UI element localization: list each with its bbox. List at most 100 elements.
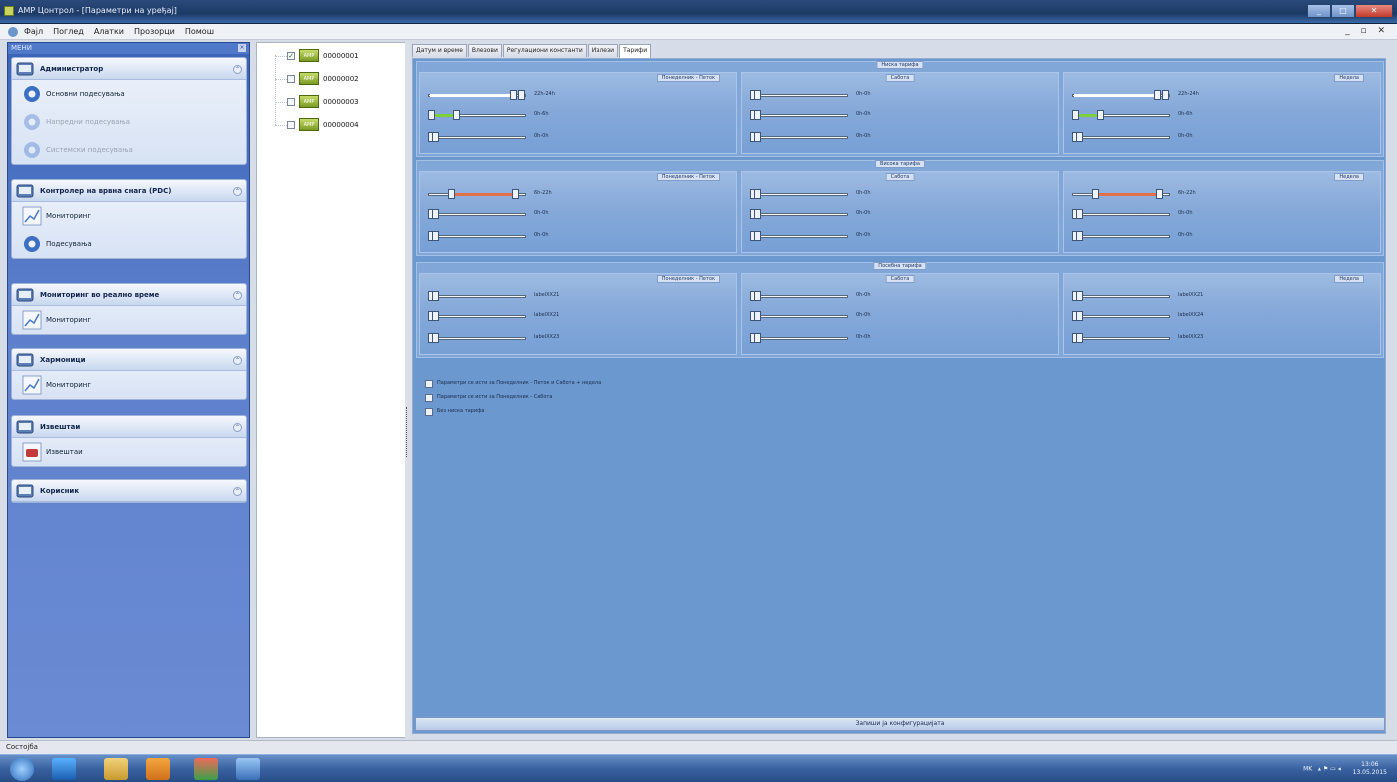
slider-thumb[interactable]: [1076, 311, 1083, 321]
slider-thumb[interactable]: [1076, 333, 1083, 343]
collapse-icon[interactable]: ⌃: [233, 356, 242, 365]
tree-node-device[interactable]: AMP 00000003: [287, 95, 397, 109]
mdi-window-controls[interactable]: _ ▫ ✕: [1345, 26, 1389, 36]
device-checkbox[interactable]: ✓: [287, 52, 295, 60]
slider-thumb[interactable]: [1076, 231, 1083, 241]
slider-thumb[interactable]: [1097, 110, 1104, 120]
menu-help[interactable]: Помош: [185, 27, 214, 36]
time-range-slider[interactable]: 0h-0h: [750, 291, 871, 301]
tree-node-device[interactable]: ✓ AMP 00000001: [287, 49, 397, 63]
time-range-slider[interactable]: labelXX21: [1072, 291, 1203, 301]
sidebar-close-icon[interactable]: ×: [238, 44, 246, 52]
sidebar-group-header[interactable]: Мониторинг во реално време ⌃: [12, 284, 246, 306]
time-range-slider[interactable]: 0h-0h: [750, 90, 871, 100]
sidebar-item[interactable]: Мониторинг: [12, 202, 246, 230]
time-range-slider[interactable]: 22h-24h: [428, 90, 555, 100]
slider-thumb[interactable]: [754, 333, 761, 343]
option-checkbox[interactable]: Параметри се исти за Понеделник - Петок …: [425, 377, 825, 391]
menu-tools[interactable]: Алатки: [94, 27, 124, 36]
time-range-slider[interactable]: 0h-0h: [428, 132, 549, 142]
device-checkbox[interactable]: [287, 121, 295, 129]
time-range-slider[interactable]: 6h-22h: [428, 189, 552, 199]
sidebar-group-header[interactable]: Корисник ⌃: [12, 480, 246, 502]
media-player-icon[interactable]: [146, 758, 170, 780]
menu-windows[interactable]: Прозорци: [134, 27, 175, 36]
slider-thumb[interactable]: [754, 189, 761, 199]
slider-thumb[interactable]: [754, 132, 761, 142]
slider-thumb[interactable]: [432, 231, 439, 241]
slider-thumb[interactable]: [432, 333, 439, 343]
collapse-icon[interactable]: ⌃: [233, 65, 242, 74]
close-button[interactable]: ✕: [1355, 4, 1393, 18]
sidebar-group-header[interactable]: Контролер на врвна снага (PDC) ⌃: [12, 180, 246, 202]
tab[interactable]: Регулациони константи: [502, 44, 587, 57]
time-range-slider[interactable]: 0h-0h: [1072, 209, 1193, 219]
tree-node-device[interactable]: AMP 00000002: [287, 72, 397, 86]
checkbox-box[interactable]: [425, 394, 433, 402]
collapse-icon[interactable]: ⌃: [233, 187, 242, 196]
time-range-slider[interactable]: labelXX23: [428, 333, 559, 343]
slider-thumb[interactable]: [432, 311, 439, 321]
time-range-slider[interactable]: 0h-6h: [1072, 110, 1193, 120]
slider-thumb[interactable]: [518, 90, 525, 100]
slider-thumb[interactable]: [1092, 189, 1099, 199]
splitter-grip[interactable]: [406, 407, 409, 457]
sidebar-item[interactable]: Подесувања: [12, 230, 246, 258]
slider-thumb[interactable]: [512, 189, 519, 199]
slider-thumb[interactable]: [754, 90, 761, 100]
sidebar-item[interactable]: Системски подесувања: [12, 136, 246, 164]
slider-thumb[interactable]: [1156, 189, 1163, 199]
slider-thumb[interactable]: [754, 311, 761, 321]
time-range-slider[interactable]: labelXX23: [1072, 333, 1203, 343]
tab[interactable]: Влезови: [467, 44, 502, 57]
save-configuration-button[interactable]: Запиши ја конфигурацијата: [415, 717, 1385, 731]
sidebar-group-header[interactable]: Хармоници ⌃: [12, 349, 246, 371]
slider-thumb[interactable]: [1162, 90, 1169, 100]
slider-thumb[interactable]: [754, 209, 761, 219]
slider-thumb[interactable]: [1154, 90, 1161, 100]
slider-thumb[interactable]: [432, 132, 439, 142]
tree-node-device[interactable]: AMP 00000004: [287, 118, 397, 132]
sidebar-item[interactable]: Напредни подесувања: [12, 108, 246, 136]
tab[interactable]: Тарифи: [619, 44, 652, 58]
time-range-slider[interactable]: 0h-0h: [428, 209, 549, 219]
tray-icons[interactable]: ▴ ⚑ ▭ ◂: [1318, 766, 1341, 773]
slider-thumb[interactable]: [432, 209, 439, 219]
sidebar-group-header[interactable]: Администратор ⌃: [12, 58, 246, 80]
time-range-slider[interactable]: 0h-0h: [428, 231, 549, 241]
time-range-slider[interactable]: 0h-0h: [750, 231, 871, 241]
sidebar-item[interactable]: Мониторинг: [12, 371, 246, 399]
device-checkbox[interactable]: [287, 75, 295, 83]
time-range-slider[interactable]: 0h-0h: [750, 311, 871, 321]
option-checkbox[interactable]: Параметри се исти за Понеделник - Сабота: [425, 391, 825, 405]
time-range-slider[interactable]: 0h-0h: [750, 132, 871, 142]
slider-thumb[interactable]: [428, 110, 435, 120]
menu-view[interactable]: Поглед: [53, 27, 84, 36]
sidebar-item[interactable]: Мониторинг: [12, 306, 246, 334]
time-range-slider[interactable]: 0h-0h: [750, 333, 871, 343]
windows-start-icon[interactable]: [10, 757, 34, 781]
time-range-slider[interactable]: labelXX21: [428, 291, 559, 301]
app-menu-icon[interactable]: [8, 26, 18, 37]
collapse-icon[interactable]: ⌃: [233, 487, 242, 496]
time-range-slider[interactable]: 0h-6h: [428, 110, 549, 120]
time-range-slider[interactable]: 0h-0h: [1072, 132, 1193, 142]
time-range-slider[interactable]: labelXX21: [428, 311, 559, 321]
device-checkbox[interactable]: [287, 98, 295, 106]
collapse-icon[interactable]: ⌃: [233, 423, 242, 432]
time-range-slider[interactable]: 0h-0h: [750, 110, 871, 120]
minimize-button[interactable]: _: [1307, 4, 1331, 18]
checkbox-box[interactable]: [425, 408, 433, 416]
time-range-slider[interactable]: labelXX24: [1072, 311, 1203, 321]
collapse-icon[interactable]: ⌃: [233, 291, 242, 300]
tray-language[interactable]: MK: [1303, 766, 1312, 773]
tab[interactable]: Датум и време: [412, 44, 467, 57]
amp-app-icon[interactable]: [236, 758, 260, 780]
time-range-slider[interactable]: 22h-24h: [1072, 90, 1199, 100]
slider-thumb[interactable]: [754, 110, 761, 120]
paint-icon[interactable]: [194, 758, 218, 780]
sidebar-item[interactable]: Извештаи: [12, 438, 246, 466]
file-explorer-icon[interactable]: [104, 758, 128, 780]
slider-thumb[interactable]: [1076, 132, 1083, 142]
slider-thumb[interactable]: [453, 110, 460, 120]
